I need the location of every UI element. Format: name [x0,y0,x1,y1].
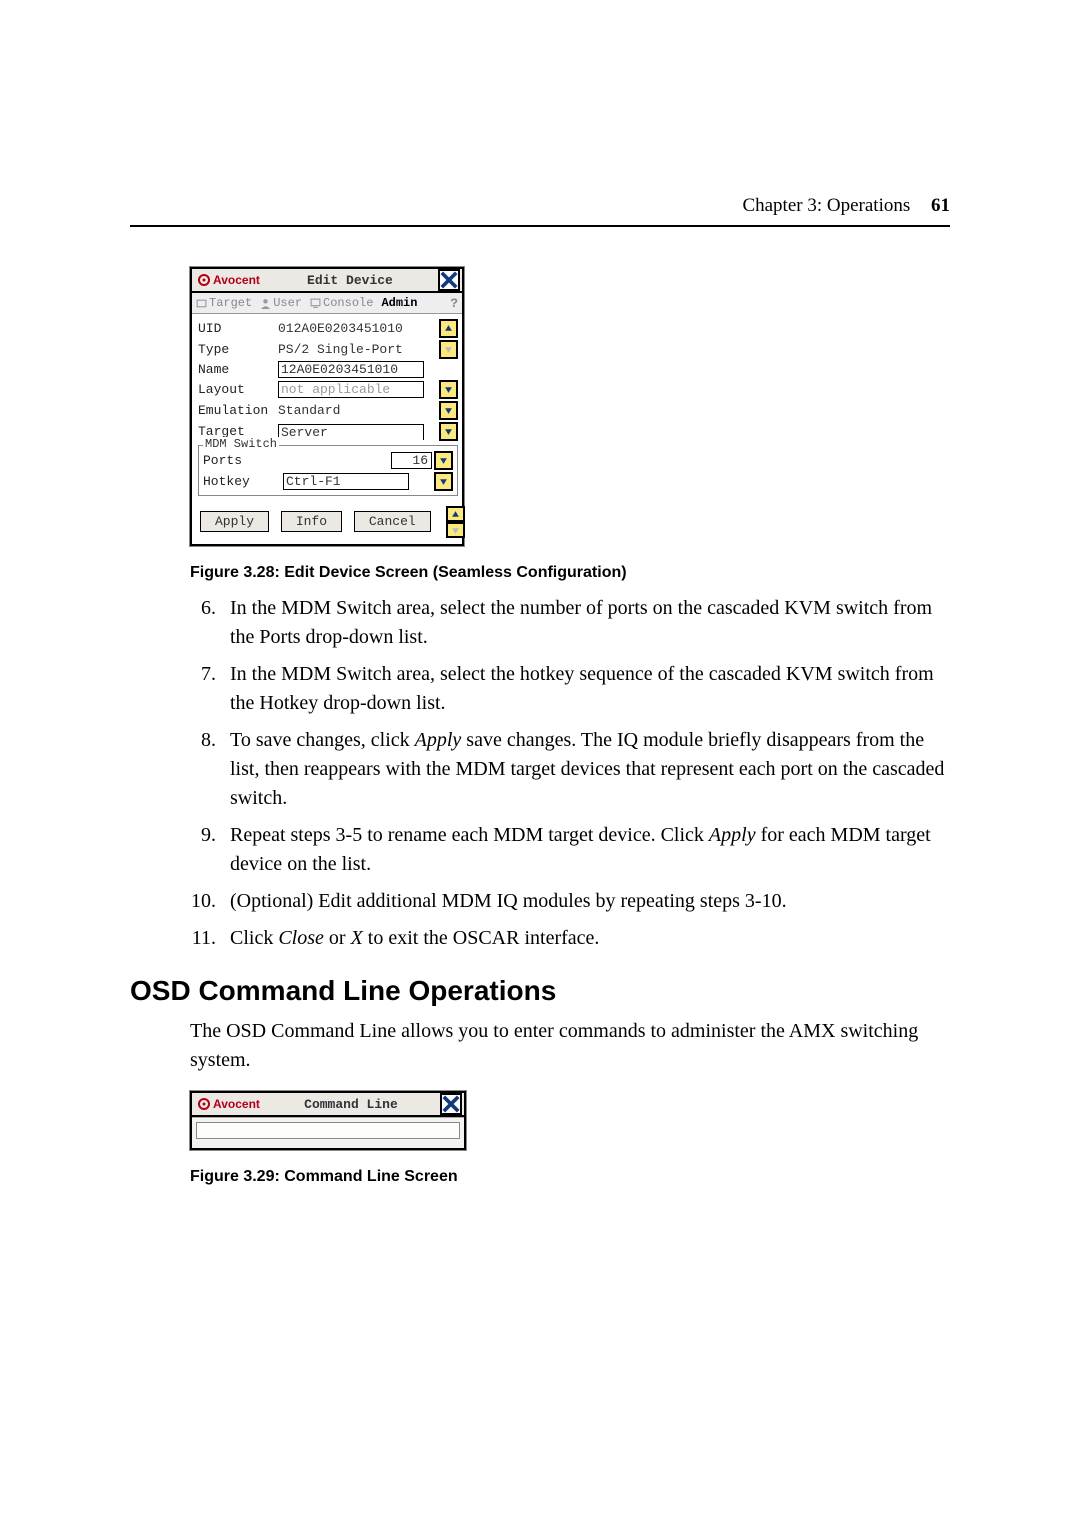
help-button[interactable]: ? [450,296,458,311]
chapter-label: Chapter 3: Operations [742,195,910,216]
avocent-logo: Avocent [192,1097,264,1111]
type-label: Type [198,339,278,360]
uid-spin-up[interactable] [439,319,458,338]
dialog-tabs: Target User Console Admin ? [192,293,462,314]
user-icon [260,298,271,309]
name-input[interactable]: 12A0E0203451010 [278,361,424,378]
logo-text: Avocent [213,273,260,287]
list-scroll-down[interactable] [446,522,465,538]
tab-user[interactable]: User [256,296,306,310]
step-number: 9. [190,821,216,879]
command-line-input[interactable] [196,1122,460,1139]
uid-label: UID [198,318,278,339]
tab-target[interactable]: Target [192,296,256,310]
target-select[interactable]: Server [278,424,424,440]
close-icon [442,1095,460,1113]
section-intro: The OSD Command Line allows you to enter… [190,1017,950,1075]
uid-value: 012A0E0203451010 [278,318,437,339]
header-rule [130,225,950,227]
step-11-text: Click Close or X to exit the OSCAR inter… [230,924,599,953]
name-label: Name [198,360,278,379]
section-heading: OSD Command Line Operations [130,975,950,1007]
target-dropdown-button[interactable] [439,422,458,441]
page-number: 61 [931,195,950,216]
dialog-title: Command Line [264,1097,438,1112]
mdm-legend: MDM Switch [203,437,279,451]
tab-target-label: Target [209,296,252,310]
dialog-titlebar: Avocent Edit Device [192,269,462,293]
command-line-dialog: Avocent Command Line [190,1091,466,1150]
running-header: Chapter 3: Operations 61 [130,195,950,225]
hotkey-select[interactable]: Ctrl-F1 [283,473,409,490]
emulation-dropdown-button[interactable] [439,401,458,420]
emulation-select[interactable]: Standard [278,403,340,418]
cancel-button[interactable]: Cancel [354,511,431,532]
emulation-label: Emulation [198,400,278,421]
dialog-title: Edit Device [264,273,436,288]
logo-icon [198,1098,210,1110]
ports-label: Ports [203,450,283,471]
layout-select[interactable]: not applicable [278,381,424,398]
step-number: 11. [190,924,216,953]
apply-button[interactable]: Apply [200,511,269,532]
uid-spin-down[interactable] [439,340,458,359]
step-9-text: Repeat steps 3-5 to rename each MDM targ… [230,821,950,879]
tab-user-label: User [273,296,302,310]
close-icon [440,271,458,289]
step-number: 8. [190,726,216,813]
step-number: 10. [190,887,216,916]
step-10-text: (Optional) Edit additional MDM IQ module… [230,887,787,916]
figure-3-28-caption: Figure 3.28: Edit Device Screen (Seamles… [190,564,950,582]
procedure-list: 6. In the MDM Switch area, select the nu… [190,594,950,953]
logo-icon [198,274,210,286]
list-scroll-up[interactable] [446,506,465,522]
avocent-logo: Avocent [192,273,264,287]
step-7-text: In the MDM Switch area, select the hotke… [230,660,950,718]
step-number: 7. [190,660,216,718]
hotkey-label: Hotkey [203,471,283,492]
tab-console-label: Console [323,296,373,310]
close-button[interactable] [440,1093,462,1115]
figure-3-29-caption: Figure 3.29: Command Line Screen [190,1168,950,1186]
edit-device-dialog: Avocent Edit Device Target User [190,267,464,546]
ports-dropdown-button[interactable] [434,451,453,470]
console-icon [310,298,321,309]
layout-dropdown-button[interactable] [439,380,458,399]
close-button[interactable] [438,269,460,291]
info-button[interactable]: Info [281,511,342,532]
layout-label: Layout [198,379,278,400]
step-number: 6. [190,594,216,652]
step-8-text: To save changes, click Apply save change… [230,726,950,813]
mdm-switch-group: MDM Switch Ports 16 Hotkey Ctrl-F1 [198,445,458,496]
logo-text: Avocent [213,1097,260,1111]
tab-admin-label: Admin [381,296,417,310]
tab-console[interactable]: Console [306,296,377,310]
step-6-text: In the MDM Switch area, select the numbe… [230,594,950,652]
hotkey-dropdown-button[interactable] [434,472,453,491]
dialog-titlebar: Avocent Command Line [192,1093,464,1117]
target-icon [196,298,207,309]
type-value: PS/2 Single-Port [278,339,437,360]
ports-select[interactable]: 16 [391,452,432,469]
tab-admin[interactable]: Admin [377,296,421,310]
